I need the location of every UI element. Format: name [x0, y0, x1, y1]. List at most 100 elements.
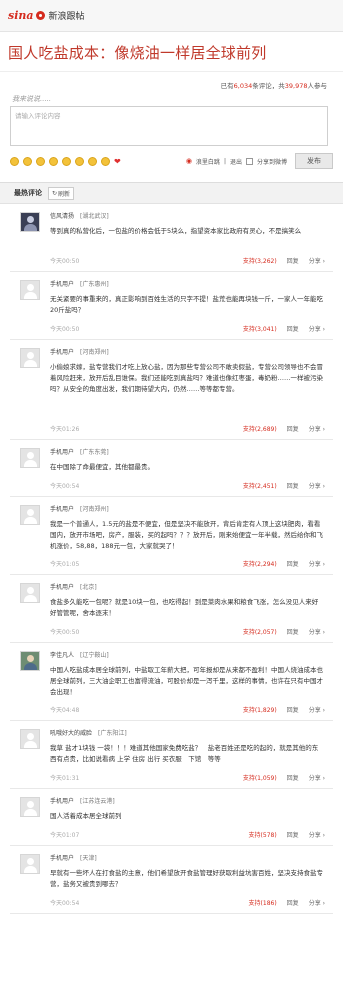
support-button[interactable]: 支持(578): [249, 830, 277, 839]
user-avatar[interactable]: [20, 212, 40, 232]
comment-user[interactable]: 吼哦好大的威脸: [50, 730, 92, 737]
comment-item: 手机用户 [河南郑州] 小偷娘求嫁，盐专营我们才吃上放心盐，因为那些专营公司不敢卖假…: [10, 340, 333, 440]
comment-time: 今天01:31: [50, 774, 80, 782]
comment-text: 早就有一些坏人在打食盐的主意，他们希望放开食盐管理好获取利益坑害百姓，坚决支持食…: [50, 869, 323, 888]
comment-user[interactable]: 手机用户: [50, 855, 74, 862]
share-button[interactable]: 分享 ›: [309, 627, 325, 636]
think-emoji-icon[interactable]: [101, 156, 110, 166]
share-button[interactable]: 分享 ›: [309, 481, 325, 490]
user-avatar[interactable]: [20, 583, 40, 603]
share-button[interactable]: 分享 ›: [309, 256, 325, 265]
user-avatar[interactable]: [20, 448, 40, 468]
reply-button[interactable]: 回复: [287, 324, 299, 333]
angry-emoji-icon[interactable]: [75, 156, 84, 166]
avatar-head: [27, 216, 34, 223]
support-button[interactable]: 支持(3,041): [243, 324, 277, 333]
reply-button[interactable]: 回复: [287, 898, 299, 907]
comment-text: 中国人吃盐成本居全球前列，中盐取工年薪大把，可年报却是从来都不盈利！中国人烧油成…: [50, 666, 323, 696]
comment-text: 无关紧要的事重来的，真正影响到百姓生活的只字不提！盐荒也能再块钱一斤，一家人一年…: [50, 295, 323, 314]
comment-item: 手机用户 [天津] 早就有一些坏人在打食盐的主意，他们希望放开食盐管理好获取利益坑害…: [10, 846, 333, 914]
comment-count[interactable]: 6,034: [234, 82, 253, 90]
support-button[interactable]: 支持(1,059): [243, 773, 277, 782]
share-weibo-checkbox[interactable]: [245, 157, 253, 165]
reply-button[interactable]: 回复: [287, 830, 299, 839]
sina-logo[interactable]: sina 新浪跟帖: [8, 9, 85, 22]
comment-user[interactable]: 手机用户: [50, 281, 74, 288]
share-button[interactable]: 分享 ›: [309, 559, 325, 568]
comment-user[interactable]: 手机用户: [50, 584, 74, 591]
comment-footer: 今天00:50 支持(3,041) 回复 分享 ›: [50, 322, 333, 334]
sina-eye-icon: [35, 11, 45, 20]
comment-time: 今天01:26: [50, 425, 80, 433]
user-avatar[interactable]: [20, 505, 40, 525]
user-avatar[interactable]: [20, 348, 40, 368]
support-button[interactable]: 支持(2,057): [243, 627, 277, 636]
smile-emoji-icon[interactable]: [10, 156, 19, 166]
composer-heading: 我来说说.....: [12, 95, 52, 103]
support-button[interactable]: 支持(2,451): [243, 481, 277, 490]
top-bar: sina 新浪跟帖: [0, 0, 343, 32]
comment-user[interactable]: 手机用户: [50, 349, 74, 356]
comment-text: 在中国除了命最便宜，其他都最贵。: [50, 463, 154, 471]
user-avatar[interactable]: [20, 651, 40, 671]
logout-link[interactable]: 退出: [230, 157, 242, 166]
comment-location: [广东惠州]: [80, 281, 109, 288]
share-button[interactable]: 分享 ›: [309, 830, 325, 839]
comment-user[interactable]: 手机用户: [50, 449, 74, 456]
comment-user[interactable]: 信风清扬: [50, 213, 74, 220]
share-button[interactable]: 分享 ›: [309, 324, 325, 333]
support-button[interactable]: 支持(2,689): [243, 424, 277, 433]
support-button[interactable]: 支持(2,294): [243, 559, 277, 568]
comment-user[interactable]: 手机用户: [50, 798, 74, 805]
comment-user[interactable]: 李佳凡人: [50, 652, 74, 659]
avatar-body: [24, 595, 37, 602]
emoji-bar: ❤: [10, 156, 121, 166]
share-button[interactable]: 分享 ›: [309, 705, 325, 714]
comment-item: 信风清扬 [湖北武汉] 等到真的私营化后，一包盐的价格会低于5块么，指望资本家比政府…: [10, 204, 333, 272]
comment-location: [广东东莞]: [80, 449, 109, 456]
user-avatar[interactable]: [20, 797, 40, 817]
participant-count[interactable]: 39,978: [285, 82, 308, 90]
reply-button[interactable]: 回复: [287, 705, 299, 714]
comment-input[interactable]: 请输入评论内容: [10, 106, 328, 146]
avatar-body: [24, 460, 37, 467]
laugh-emoji-icon[interactable]: [36, 156, 45, 166]
avatar-head: [27, 858, 34, 865]
comment-item: 手机用户 [江苏连云港] 国人活着成本居全球前列 今天01:07 支持(578) 回复 分享…: [10, 789, 333, 846]
comment-location: [江苏连云港]: [80, 798, 115, 805]
user-avatar[interactable]: [20, 854, 40, 874]
sweat-emoji-icon[interactable]: [49, 156, 58, 166]
share-button[interactable]: 分享 ›: [309, 773, 325, 782]
support-button[interactable]: 支持(3,262): [243, 256, 277, 265]
user-avatar[interactable]: [20, 280, 40, 300]
support-button[interactable]: 支持(1,829): [243, 705, 277, 714]
article-headline[interactable]: 国人吃盐成本：像烧油一样居全球前列: [0, 32, 343, 72]
refresh-icon: ↻: [52, 189, 58, 197]
grin-emoji-icon[interactable]: [23, 156, 32, 166]
avatar-body: [24, 517, 37, 524]
heart-icon[interactable]: ❤: [114, 157, 121, 166]
reply-button[interactable]: 回复: [287, 627, 299, 636]
reply-button[interactable]: 回复: [287, 424, 299, 433]
share-button[interactable]: 分享 ›: [309, 424, 325, 433]
comment-time: 今天00:54: [50, 899, 80, 907]
avatar-head: [27, 655, 34, 662]
user-avatar[interactable]: [20, 729, 40, 749]
reply-button[interactable]: 回复: [287, 773, 299, 782]
submit-button[interactable]: 发布: [295, 153, 333, 169]
comment-item: 吼哦好大的威脸 [广东阳江] 我草 盐才1块钱 一袋！！！难道其他国家免费吃盐？ 盐…: [10, 721, 333, 789]
refresh-button[interactable]: ↻ 刷新: [48, 186, 75, 200]
reply-button[interactable]: 回复: [287, 256, 299, 265]
shock-emoji-icon[interactable]: [88, 156, 97, 166]
share-button[interactable]: 分享 ›: [309, 898, 325, 907]
section-title: 最热评论: [14, 189, 42, 197]
support-button[interactable]: 支持(186): [249, 898, 277, 907]
username-link[interactable]: 浪里白跳: [196, 157, 220, 166]
sad-emoji-icon[interactable]: [62, 156, 71, 166]
comment-location: [河南郑州]: [80, 349, 109, 356]
reply-button[interactable]: 回复: [287, 481, 299, 490]
avatar-body: [24, 224, 37, 231]
comment-meta: 手机用户 [广东惠州]: [50, 280, 333, 289]
comment-user[interactable]: 手机用户: [50, 506, 74, 513]
reply-button[interactable]: 回复: [287, 559, 299, 568]
